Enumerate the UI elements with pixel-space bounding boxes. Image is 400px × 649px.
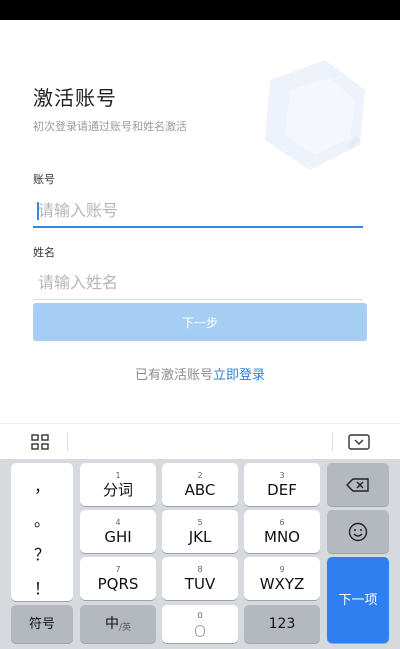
punct-period-key[interactable]: 。: [11, 507, 73, 531]
page-title: 激活账号: [33, 86, 117, 110]
microphone-icon: [195, 624, 205, 637]
next-step-button[interactable]: 下一步: [33, 303, 367, 341]
name-label: 姓名: [33, 246, 55, 259]
punct-comma-key[interactable]: ，: [11, 473, 73, 497]
backspace-key[interactable]: [327, 463, 389, 506]
toolbar-divider: [332, 433, 333, 451]
number-mode-key[interactable]: 123: [244, 605, 320, 643]
key-6-mno[interactable]: 6 MNO: [244, 510, 320, 553]
status-bar: [0, 0, 400, 20]
key-8-tuv[interactable]: 8 TUV: [162, 557, 238, 600]
punct-exclaim-key[interactable]: ！: [11, 575, 73, 599]
punctuation-column[interactable]: ， 。 ？ ！: [11, 463, 73, 601]
emoji-icon: [348, 522, 368, 541]
key-7-pqrs[interactable]: 7 PQRS: [80, 557, 156, 600]
keyboard-toolbar: [0, 423, 400, 459]
symbols-key[interactable]: 符号: [11, 605, 73, 643]
key-3-def[interactable]: 3 DEF: [244, 463, 320, 506]
backspace-icon: [346, 477, 369, 492]
space-key[interactable]: 0: [162, 605, 238, 643]
login-prompt: 已有激活账号立即登录: [0, 364, 400, 383]
page-subtitle: 初次登录请通过账号和姓名激活: [33, 120, 187, 133]
toolbar-divider: [67, 433, 68, 451]
key-2-abc[interactable]: 2 ABC: [162, 463, 238, 506]
keyboard: ， 。 ？ ！ 1 分词 2 ABC 3 DEF 4 GHI 5 JKL 6 MNO: [0, 459, 400, 649]
decorative-hexagon-graphic: [265, 60, 365, 170]
login-now-link[interactable]: 立即登录: [213, 368, 265, 383]
punct-question-key[interactable]: ？: [11, 541, 73, 565]
next-item-key[interactable]: 下一项: [327, 557, 389, 643]
key-9-wxyz[interactable]: 9 WXYZ: [244, 557, 320, 600]
key-1-fenci[interactable]: 1 分词: [80, 463, 156, 506]
account-field[interactable]: [33, 194, 363, 228]
activate-account-page: 激活账号 初次登录请通过账号和姓名激活 账号 姓名 下一步 已有激活账号立即登录: [0, 20, 400, 423]
account-label: 账号: [33, 173, 55, 186]
key-5-jkl[interactable]: 5 JKL: [162, 510, 238, 553]
key-4-ghi[interactable]: 4 GHI: [80, 510, 156, 553]
name-field[interactable]: [33, 266, 363, 300]
emoji-key[interactable]: [327, 510, 389, 553]
existing-account-text: 已有激活账号: [134, 368, 213, 383]
account-input[interactable]: [33, 194, 363, 226]
language-switch-key[interactable]: 中/英: [80, 605, 156, 643]
text-caret: [37, 202, 39, 220]
keyboard-hide-icon[interactable]: [348, 434, 370, 450]
name-input[interactable]: [33, 266, 363, 299]
grid-icon[interactable]: [31, 434, 49, 450]
